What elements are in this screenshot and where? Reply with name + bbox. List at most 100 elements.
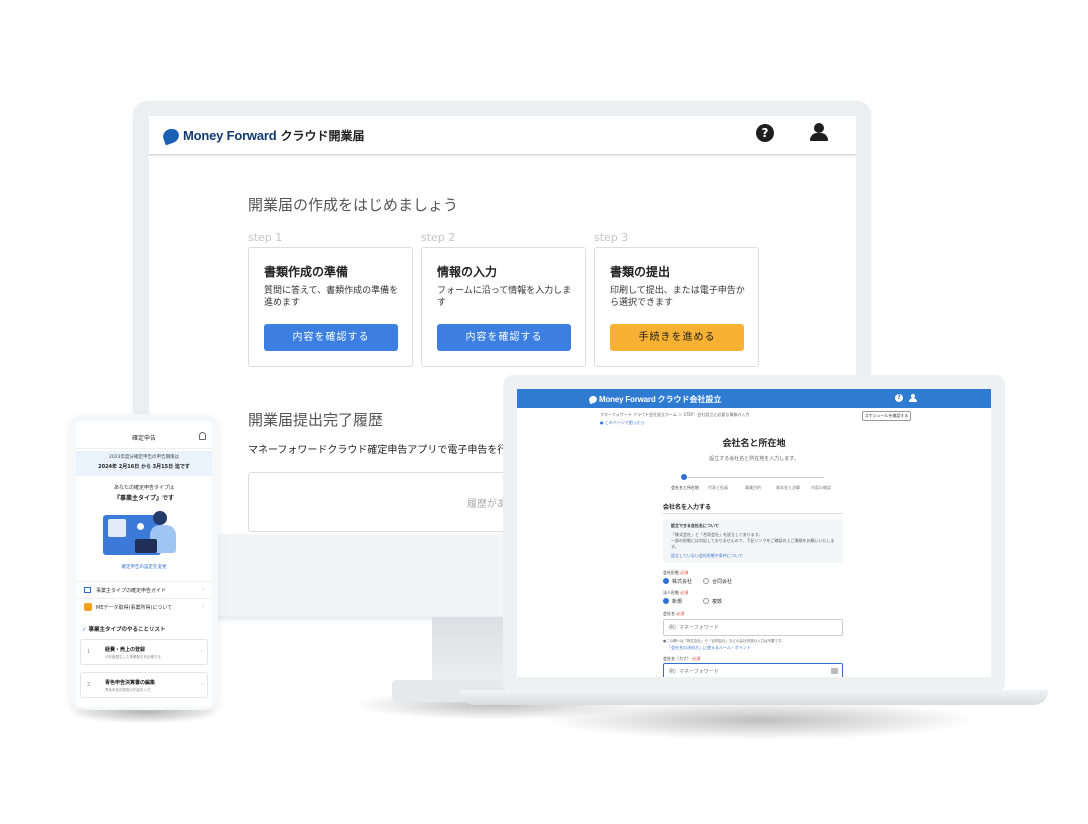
required-badge: 必須: [680, 590, 689, 595]
help-icon[interactable]: ?: [895, 394, 903, 402]
help-icon[interactable]: ?: [756, 124, 774, 142]
confirm-button[interactable]: 内容を確認する: [437, 324, 571, 351]
menu-medata[interactable]: MEデータ取得(事業所得)について ›: [76, 598, 212, 615]
type-name: 『事業主タイプ』です: [113, 495, 174, 502]
laptop-screen: Money Forward クラウド会社設立 ? マネーフォワード クラウド会社…: [517, 389, 991, 677]
change-settings-link[interactable]: 確定申告の設定を変更: [76, 564, 212, 570]
type-intro: あなたの確定申告タイプは: [113, 485, 174, 491]
step-card-desc: フォームに沿って情報を入力します: [437, 286, 572, 308]
user-icon[interactable]: [909, 394, 917, 403]
me-icon: [84, 603, 92, 611]
chevron-right-icon: ›: [201, 648, 204, 655]
required-badge: 必須: [692, 656, 701, 661]
header-divider: [76, 448, 212, 449]
radio-godo[interactable]: [703, 578, 709, 584]
todo-heading: ✓ 事業主タイプのやることリスト: [82, 627, 166, 633]
radio-multiple[interactable]: [703, 598, 709, 604]
bell-icon[interactable]: [199, 432, 206, 440]
progress-step: 代表と役員: [708, 485, 728, 490]
company-type-label: 会社形態 必須: [663, 570, 689, 575]
step-card-3: 書類の提出 印刷して提出、または電子申告から選択できます 手続きを進める: [594, 247, 759, 367]
radio-label: 株式会社: [672, 579, 693, 585]
step-label: step 3: [594, 231, 629, 244]
confirm-button[interactable]: 内容を確認する: [264, 324, 398, 351]
step-card-desc: 印刷して提出、または電子申告から選択できます: [610, 286, 745, 308]
todo-title: 青色申告決算書の編集: [105, 680, 156, 686]
notice-box: 設立できる会社名について 「株式会社」と「合同会社」を設立してあります。 一部の…: [663, 519, 843, 563]
schedule-button[interactable]: スケジュールを確認する: [862, 411, 911, 421]
company-name-link[interactable]: 「会社名の決め方」に使えるルール・ポイント: [667, 645, 751, 651]
page-title: 開業届の作成をはじめましょう: [248, 196, 459, 214]
laptop-logo[interactable]: Money Forward クラウド会社設立: [588, 394, 722, 405]
menu-guide[interactable]: 事業主タイプの確定申告ガイド ›: [76, 581, 212, 598]
chevron-right-icon: ›: [202, 603, 205, 610]
desktop-logo[interactable]: Money Forward クラウド開業届: [161, 126, 365, 145]
corp-count-label: 法人形態 必須: [663, 590, 689, 595]
step-card-title: 書類作成の準備: [264, 265, 349, 279]
todo-number: 2: [87, 682, 91, 688]
page-help-link[interactable]: ● このページで困ったら: [600, 420, 645, 426]
history-empty-text: 履歴があ: [467, 499, 507, 510]
history-title: 開業届提出完了履歴: [248, 411, 384, 429]
progress-track: [684, 477, 824, 478]
progress-step: 事業目的: [745, 485, 761, 490]
illustration-person-at-desk: [103, 507, 185, 557]
help-circle-icon: ●: [600, 420, 604, 425]
progress-step: 資本金と決算: [776, 485, 800, 490]
section-title: 会社名を入力する: [663, 504, 712, 511]
laptop-base: [460, 690, 1048, 705]
page-subtitle: 設立する会社名と所在地を入力します。: [709, 456, 799, 462]
step-card-2: 情報の入力 フォームに沿って情報を入力します 内容を確認する: [421, 247, 586, 367]
desktop-header: Money Forward クラウド開業届 ?: [149, 116, 856, 155]
deadline-banner: 2023年度分確定申告の申告期限は 2024年 2月16日 から 3月15日 迄…: [76, 451, 212, 476]
notice-line: 一部の形態には対応しておりませんので、下記リンクをご確認の上ご連絡をお願いいたし…: [671, 538, 835, 549]
radio-label: 新規: [672, 599, 683, 605]
chevron-right-icon: ›: [201, 681, 204, 688]
step-card-title: 情報の入力: [437, 265, 498, 279]
company-kana-label: 会社名（カナ） 必須: [663, 656, 701, 661]
todo-item-1[interactable]: 1 経費・売上の登録 今年度発生した事業取引を記帳する ›: [80, 639, 208, 665]
progress-step: 内容の確認: [811, 485, 831, 490]
step-card-1: 書類作成の準備 質問に答えて、書類作成の準備を進めます 内容を確認する: [248, 247, 413, 367]
required-badge: 必須: [676, 611, 685, 616]
laptop-shadow: [540, 700, 980, 740]
breadcrumb[interactable]: マネーフォワード クラウド会社設立ホーム ＞ STEP：会社設立に必要な情報の入…: [600, 412, 749, 418]
page-help-text: このページで困ったら: [604, 420, 645, 425]
company-kana-input[interactable]: [663, 663, 843, 677]
step-card-title: 書類の提出: [610, 265, 671, 279]
money-forward-logo-icon: [588, 394, 598, 405]
brand-name: Money Forward: [599, 395, 656, 404]
notice-title: 設立できる会社名について: [671, 523, 719, 528]
proceed-button[interactable]: 手続きを進める: [610, 324, 744, 351]
todo-title: 経費・売上の登録: [105, 647, 146, 653]
history-description: マネーフォワードクラウド確定申告アプリで電子申告を行っ: [248, 445, 518, 456]
phone-title: 確定申告: [131, 435, 156, 442]
progress-current-dot: [681, 474, 687, 480]
laptop-header: Money Forward クラウド会社設立 ?: [517, 389, 991, 408]
todo-desc: 今年度発生した事業取引を記帳する: [105, 655, 161, 659]
deadline-line1: 2023年度分確定申告の申告期限は: [109, 455, 179, 460]
company-name-label: 会社名 必須: [663, 611, 685, 616]
step-label: step 1: [248, 231, 283, 244]
menu-label: MEデータ取得(事業所得)について: [96, 605, 173, 611]
required-badge: 必須: [680, 570, 689, 575]
product-name: クラウド開業届: [280, 129, 365, 143]
brand-name: Money Forward: [183, 128, 277, 143]
company-name-note: ●この欄へは「株式会社」や「合同会社」などの会社形態の入力は不要です。: [663, 639, 785, 643]
notice-link[interactable]: 設立していない会社形態や条件について: [671, 553, 743, 559]
step-card-desc: 質問に答えて、書類作成の準備を進めます: [264, 286, 399, 308]
company-name-input[interactable]: [663, 619, 843, 636]
radio-new[interactable]: [663, 598, 669, 604]
keyboard-icon: [831, 668, 838, 674]
todo-item-2[interactable]: 2 青色申告決算書の編集 青色申告決算書の内容を入力 ›: [80, 672, 208, 698]
user-icon[interactable]: [810, 123, 828, 141]
todo-desc: 青色申告決算書の内容を入力: [105, 688, 151, 692]
check-circle-icon: ✓: [82, 627, 87, 633]
step-label: step 2: [421, 231, 456, 244]
page-title: 会社名と所在地: [722, 439, 786, 449]
radio-kabushiki[interactable]: [663, 578, 669, 584]
section-divider: [663, 513, 843, 514]
menu-label: 事業主タイプの確定申告ガイド: [96, 588, 167, 594]
radio-label: 複数: [712, 599, 723, 605]
progress-step: 会社名と所在地: [671, 485, 699, 490]
